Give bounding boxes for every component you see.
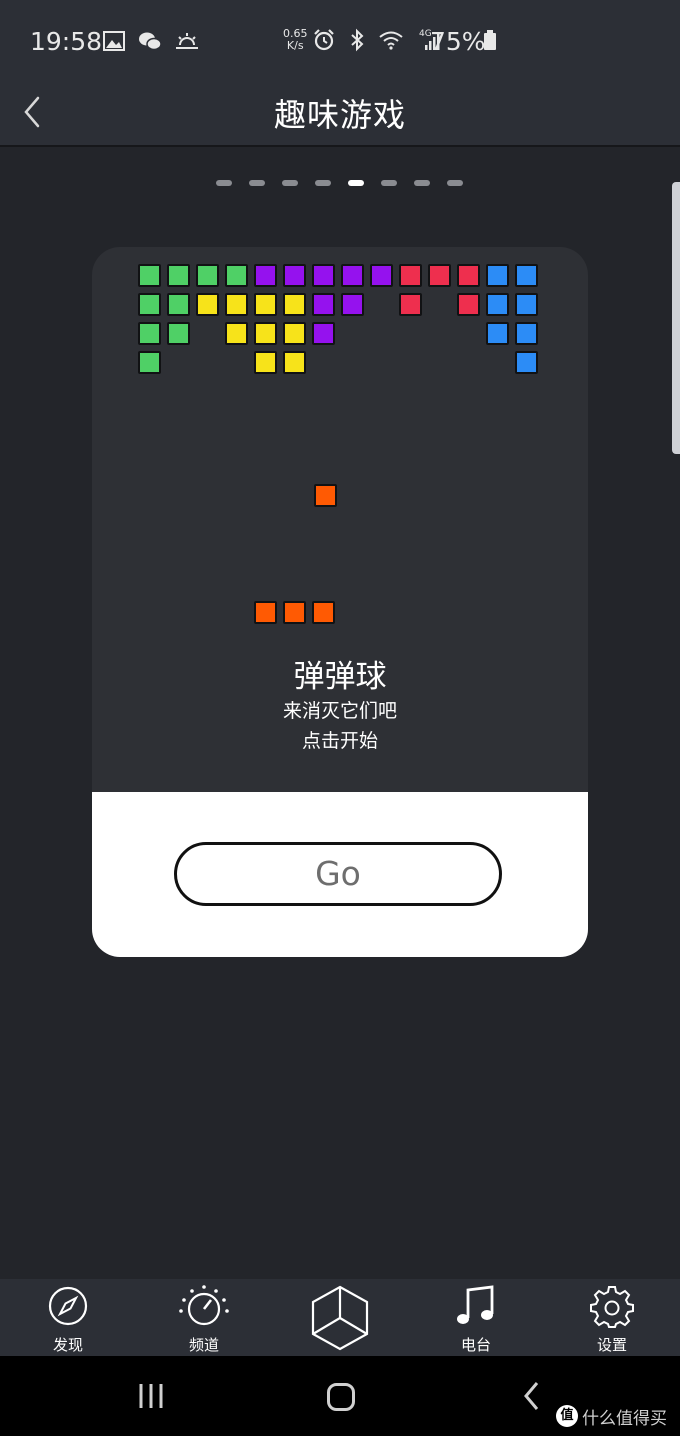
go-button[interactable]: Go [174, 842, 502, 906]
battery-icon [484, 30, 496, 50]
brick [283, 351, 306, 374]
home-button[interactable] [326, 1382, 356, 1416]
brick [312, 322, 335, 345]
nav-item-channels[interactable]: 频道 [136, 1279, 272, 1356]
app-header: 趣味游戏 [0, 80, 680, 147]
brick [486, 322, 509, 345]
recent-apps-icon [139, 1384, 163, 1408]
home-icon [327, 1383, 355, 1411]
page-dot [216, 180, 232, 186]
cube-icon [311, 1285, 369, 1351]
status-time: 19:58 [30, 27, 103, 56]
system-back-button[interactable] [520, 1380, 544, 1416]
network-speed: 0.65 K/s [283, 28, 308, 52]
brick [399, 293, 422, 316]
battery-percentage: 75% [430, 27, 486, 56]
watermark-logo: 值 [556, 1405, 578, 1427]
brick [370, 264, 393, 287]
brick [515, 322, 538, 345]
status-notification-icons [103, 30, 207, 51]
bluetooth-icon [351, 28, 364, 52]
brick [312, 264, 335, 287]
brick [457, 264, 480, 287]
watermark-text: 什么值得买 [582, 1409, 667, 1429]
nav-item-discover[interactable]: 发现 [0, 1279, 136, 1356]
brick [486, 293, 509, 316]
brick [254, 264, 277, 287]
brick [225, 293, 248, 316]
paddle-segment [283, 601, 306, 624]
brick [515, 293, 538, 316]
brick [283, 264, 306, 287]
brick [515, 351, 538, 374]
brick [138, 293, 161, 316]
scrollbar-thumb[interactable] [672, 182, 680, 454]
page-dot [315, 180, 331, 186]
brick [167, 293, 190, 316]
brick [312, 293, 335, 316]
back-arrow-icon [524, 1382, 539, 1410]
page-title: 趣味游戏 [273, 96, 406, 134]
status-bar: 19:58 0.65 K/s 4G 75% [0, 0, 680, 80]
brick [254, 293, 277, 316]
page-dot [447, 180, 463, 186]
brick [254, 322, 277, 345]
nav-label-settings: 设置 [596, 1336, 627, 1354]
network-speed-unit: K/s [286, 39, 304, 52]
brick [196, 293, 219, 316]
brick [138, 264, 161, 287]
page-dot [348, 180, 364, 186]
card-footer: Go [92, 792, 588, 957]
system-navigation-bar [0, 1356, 680, 1436]
compass-icon [48, 1286, 88, 1326]
page-dot [414, 180, 430, 186]
game-description: 来消灭它们吧 [282, 700, 397, 722]
game-card[interactable]: 弹弹球 来消灭它们吧 点击开始 Go [92, 247, 588, 957]
brick [341, 264, 364, 287]
nav-item-cube[interactable] [272, 1279, 408, 1356]
game-instruction: 点击开始 [301, 730, 378, 752]
brick [138, 322, 161, 345]
page-dot [381, 180, 397, 186]
brick [225, 322, 248, 345]
nav-label-radio: 电台 [460, 1336, 491, 1354]
brick [167, 264, 190, 287]
game-title: 弹弹球 [293, 659, 387, 695]
page-dot [249, 180, 265, 186]
brick [457, 293, 480, 316]
nav-label-discover: 发现 [52, 1336, 83, 1354]
brick [515, 264, 538, 287]
nav-label-channels: 频道 [188, 1336, 219, 1354]
music-note-icon [457, 1285, 494, 1324]
brick [399, 264, 422, 287]
alarm-icon [314, 29, 334, 51]
brick [283, 322, 306, 345]
bottom-navigation: 发现 频道 电台 设置 [0, 1279, 680, 1356]
paddle-segment [254, 601, 277, 624]
wifi-icon [379, 31, 403, 50]
nav-item-radio[interactable]: 电台 [408, 1279, 544, 1356]
nav-item-settings[interactable]: 设置 [544, 1279, 680, 1356]
brick [486, 264, 509, 287]
brick [428, 264, 451, 287]
brick [196, 264, 219, 287]
weather-sunrise-icon [176, 32, 199, 49]
brick [225, 264, 248, 287]
ball [314, 484, 337, 507]
brick [167, 322, 190, 345]
page-dot [282, 180, 298, 186]
gallery-icon [103, 30, 125, 51]
brick [138, 351, 161, 374]
wechat-icon [139, 32, 162, 50]
brick [341, 293, 364, 316]
paddle-segment [312, 601, 335, 624]
brick [254, 351, 277, 374]
dial-icon [179, 1285, 229, 1326]
brick [283, 293, 306, 316]
recent-apps-button[interactable] [136, 1382, 166, 1414]
gear-icon [590, 1286, 634, 1328]
